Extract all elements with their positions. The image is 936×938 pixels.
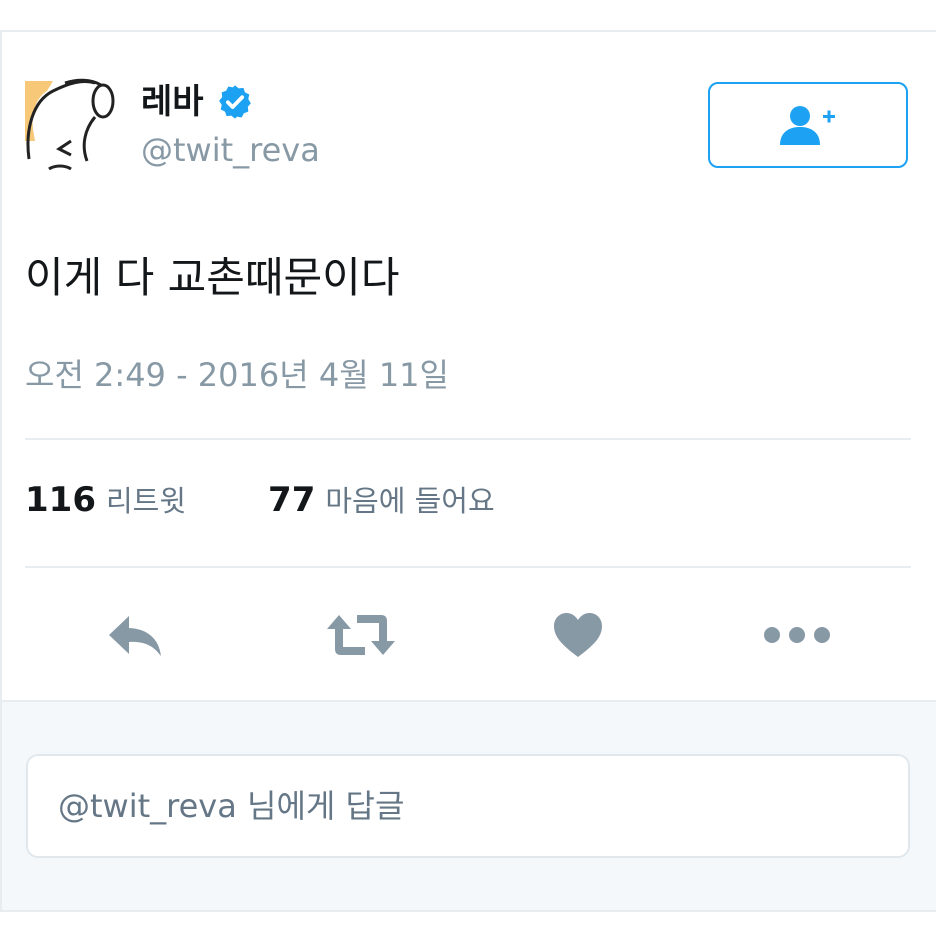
heart-icon <box>554 613 602 657</box>
more-icon <box>764 627 830 643</box>
retweet-icon <box>327 615 395 655</box>
like-label: 마음에 들어요 <box>325 484 495 518</box>
like-stat[interactable]: 77 마음에 들어요 <box>268 478 495 520</box>
follow-button[interactable] <box>708 82 908 168</box>
divider <box>25 438 911 440</box>
like-button[interactable] <box>533 595 623 675</box>
tweet-stats: 116 리트윗 77 마음에 들어요 <box>25 478 495 530</box>
add-user-icon <box>780 106 835 145</box>
reply-button[interactable] <box>91 595 181 675</box>
avatar[interactable] <box>25 49 116 170</box>
reply-icon <box>109 616 161 656</box>
more-button[interactable] <box>752 595 842 675</box>
reply-area: @twit_reva 님에게 답글 <box>0 700 936 910</box>
display-name[interactable]: 레바 <box>141 82 204 122</box>
tweet-text: 이게 다 교촌때문이다 <box>25 253 400 302</box>
verified-badge-icon <box>218 85 251 119</box>
user-handle[interactable]: @twit_reva <box>141 128 320 172</box>
display-name-row: 레바 <box>141 82 254 122</box>
action-bar <box>0 595 934 675</box>
top-strip <box>0 0 936 32</box>
reply-input[interactable]: @twit_reva 님에게 답글 <box>26 754 910 858</box>
retweet-button[interactable] <box>316 595 406 675</box>
like-count: 77 <box>268 480 316 520</box>
tweet-timestamp[interactable]: 오전 2:49 - 2016년 4월 11일 <box>25 350 449 400</box>
avatar-image <box>25 49 116 170</box>
retweet-count: 116 <box>25 480 96 520</box>
bottom-strip <box>0 910 936 938</box>
divider <box>25 566 911 568</box>
retweet-label: 리트윗 <box>105 484 187 518</box>
retweet-stat[interactable]: 116 리트윗 <box>25 478 186 520</box>
